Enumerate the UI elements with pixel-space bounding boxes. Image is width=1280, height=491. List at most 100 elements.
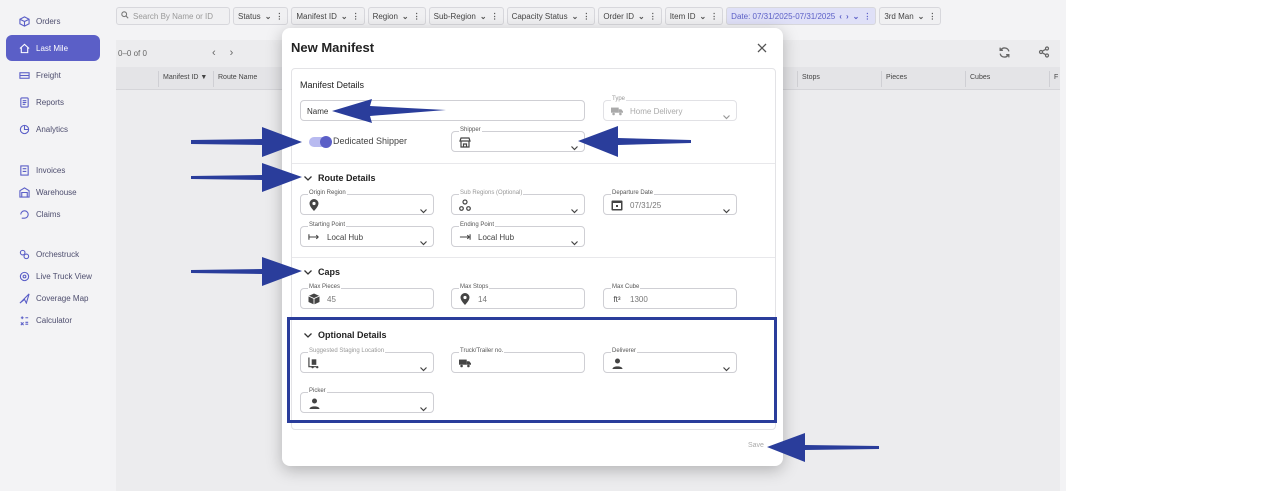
- max-pieces-input[interactable]: Max Pieces 45: [300, 284, 434, 309]
- search-icon: [121, 11, 129, 21]
- more-icon: ⋮: [412, 11, 421, 21]
- picker-select[interactable]: Picker: [300, 388, 434, 413]
- more-icon: ⋮: [351, 11, 360, 21]
- sidebar-item-label: Coverage Map: [36, 293, 89, 303]
- search-placeholder: Search By Name or ID: [133, 11, 214, 21]
- store-icon: [459, 136, 471, 148]
- staging-location-select[interactable]: Suggested Staging Location: [300, 348, 434, 373]
- starting-point-select[interactable]: Starting Point Local Hub: [300, 222, 434, 247]
- package-icon: [308, 293, 320, 305]
- sidebar-item-calculator[interactable]: Calculator: [6, 308, 100, 332]
- field-label: Ending Point: [459, 222, 496, 228]
- column-header-pieces[interactable]: Pieces: [886, 74, 907, 81]
- row-count: 0–0 of 0: [118, 49, 147, 58]
- column-header-route-name[interactable]: Route Name: [218, 74, 257, 81]
- start-point-icon: [308, 231, 320, 243]
- field-label: Departure Date: [611, 190, 655, 196]
- column-header-cubes[interactable]: Cubes: [970, 74, 990, 81]
- column-header-f[interactable]: F: [1054, 74, 1058, 81]
- chevron-right-icon[interactable]: ›: [846, 12, 849, 21]
- filter-region[interactable]: Region ⌄ ⋮: [367, 7, 426, 25]
- sidebar-item-coverage-map[interactable]: Coverage Map: [6, 286, 100, 310]
- filter-label: Manifest ID: [296, 11, 337, 21]
- name-field[interactable]: Name: [300, 100, 585, 121]
- section-optional-details[interactable]: Optional Details: [304, 330, 387, 340]
- sidebar-item-orchestruck[interactable]: Orchestruck: [6, 242, 100, 266]
- sidebar-item-label: Warehouse: [36, 187, 77, 197]
- sidebar-item-last-mile[interactable]: Last Mile: [6, 35, 100, 61]
- reports-icon: [18, 96, 30, 108]
- save-button[interactable]: Save: [748, 442, 764, 449]
- origin-region-select[interactable]: Origin Region: [300, 190, 434, 215]
- section-route-details[interactable]: Route Details: [304, 173, 376, 183]
- filter-manifest-id[interactable]: Manifest ID ⌄ ⋮: [291, 7, 365, 25]
- more-icon: ⋮: [275, 11, 284, 21]
- chevron-left-icon[interactable]: ‹: [839, 12, 842, 21]
- freight-icon: [18, 69, 30, 81]
- refresh-icon[interactable]: [998, 46, 1011, 62]
- orchestruck-icon: [18, 248, 30, 260]
- departure-date-picker[interactable]: Departure Date 07/31/25: [603, 190, 737, 215]
- more-icon: ⋮: [490, 11, 499, 21]
- field-value: Local Hub: [478, 233, 515, 242]
- chevron-down-icon: [571, 201, 578, 214]
- filter-status[interactable]: Status ⌄ ⋮: [233, 7, 289, 25]
- orders-icon: [18, 15, 30, 27]
- filter-date[interactable]: Date: 07/31/2025-07/31/2025 ‹ › ⌄ ⋮: [726, 7, 877, 25]
- shipper-select[interactable]: Shipper: [451, 127, 585, 152]
- column-divider: [158, 71, 159, 87]
- sidebar-item-reports[interactable]: Reports: [6, 90, 100, 114]
- chevron-down-icon: [304, 174, 312, 183]
- sidebar-item-label: Live Truck View: [36, 271, 92, 281]
- sidebar-item-live-truck-view[interactable]: Live Truck View: [6, 264, 100, 288]
- section-divider: [292, 257, 775, 258]
- sidebar-item-freight[interactable]: Freight: [6, 63, 100, 87]
- field-label: Sub Regions (Optional): [459, 190, 524, 196]
- deliverer-select[interactable]: Deliverer: [603, 348, 737, 373]
- sidebar-item-analytics[interactable]: Analytics: [6, 117, 100, 141]
- section-divider: [292, 319, 775, 320]
- max-cube-input[interactable]: Max Cube ft³ 1300: [603, 284, 737, 309]
- sub-regions-select[interactable]: Sub Regions (Optional): [451, 190, 585, 215]
- filter-bar: Search By Name or ID Status ⌄ ⋮ Manifest I…: [116, 7, 942, 25]
- sidebar-item-invoices[interactable]: Invoices: [6, 158, 100, 182]
- section-caps[interactable]: Caps: [304, 267, 340, 277]
- filter-order-id[interactable]: Order ID ⌄ ⋮: [598, 7, 662, 25]
- cubic-feet-icon: ft³: [613, 294, 621, 304]
- filter-sub-region[interactable]: Sub-Region ⌄ ⋮: [428, 7, 504, 25]
- sidebar-item-label: Calculator: [36, 315, 73, 325]
- field-value: 14: [478, 295, 487, 304]
- field-label: Truck/Trailer no.: [459, 348, 505, 354]
- chevron-down-icon: ⌄: [852, 11, 860, 21]
- column-header-stops[interactable]: Stops: [802, 74, 820, 81]
- live-truck-icon: [18, 270, 30, 282]
- filter-3rd-man[interactable]: 3rd Man ⌄ ⋮: [879, 7, 942, 25]
- column-divider: [797, 71, 798, 87]
- sidebar-item-orders[interactable]: Orders: [6, 9, 100, 33]
- chevron-right-icon[interactable]: ›: [230, 47, 248, 59]
- filter-capacity-status[interactable]: Capacity Status ⌄ ⋮: [506, 7, 596, 25]
- chevron-left-icon[interactable]: ‹: [212, 47, 230, 59]
- filter-label: Region: [372, 11, 398, 21]
- dedicated-shipper-toggle[interactable]: [309, 136, 332, 148]
- chevron-down-icon: ⌄: [264, 11, 272, 21]
- sidebar-item-warehouse[interactable]: Warehouse: [6, 180, 100, 204]
- filter-item-id[interactable]: Item ID ⌄ ⋮: [664, 7, 724, 25]
- sidebar-item-label: Analytics: [36, 124, 69, 134]
- close-icon[interactable]: [757, 40, 767, 56]
- search-input[interactable]: Search By Name or ID: [116, 7, 230, 25]
- filter-icon: ▼: [200, 74, 208, 81]
- share-icon[interactable]: [1038, 46, 1050, 61]
- type-select[interactable]: Type Home Delivery: [603, 96, 737, 121]
- sidebar-item-claims[interactable]: Claims: [6, 202, 100, 226]
- ending-point-select[interactable]: Ending Point Local Hub: [451, 222, 585, 247]
- column-divider: [965, 71, 966, 87]
- chevron-down-icon: ⌄: [699, 11, 707, 21]
- max-stops-input[interactable]: Max Stops 14: [451, 284, 585, 309]
- truck-icon: [459, 357, 471, 369]
- chevron-down-icon: [420, 233, 427, 246]
- truck-trailer-input[interactable]: Truck/Trailer no.: [451, 348, 585, 373]
- field-label: Max Pieces: [308, 284, 342, 290]
- column-header-manifest-id[interactable]: Manifest ID ▼: [163, 74, 207, 81]
- more-icon: ⋮: [648, 11, 657, 21]
